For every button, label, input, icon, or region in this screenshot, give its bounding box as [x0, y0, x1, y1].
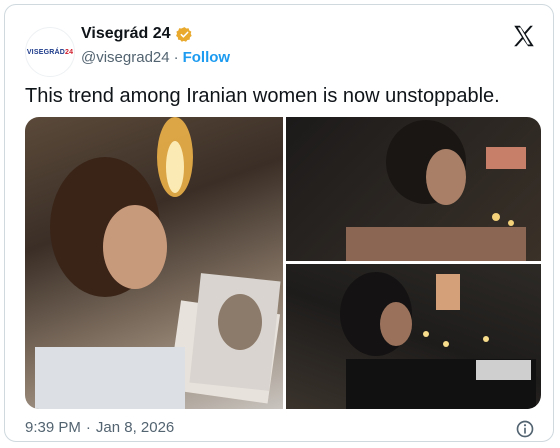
photo-2-illustration: [346, 120, 526, 261]
x-logo-icon[interactable]: [511, 23, 537, 49]
display-name[interactable]: Visegrád 24: [81, 25, 171, 43]
tweet-card: VISEGRÁD24 Visegrád 24 @visegrad24 · Fol…: [4, 4, 554, 442]
timestamp[interactable]: 9:39 PM · Jan 8, 2026: [25, 419, 174, 436]
verified-badge-icon: [175, 26, 192, 42]
photo-3-illustration: [340, 272, 536, 409]
photo-woman-burning-portrait[interactable]: [25, 117, 283, 409]
meta-separator: ·: [85, 419, 91, 436]
photo-1-illustration: [35, 117, 281, 409]
photo-woman-lighting-cigarette-2[interactable]: [286, 264, 541, 409]
avatar-logo: VISEGRÁD24: [27, 49, 73, 56]
tweet-text: This trend among Iranian women is now un…: [25, 85, 500, 107]
handle-row: @visegrad24 · Follow: [81, 49, 230, 66]
follow-button[interactable]: Follow: [183, 49, 231, 66]
media-grid: [25, 117, 541, 409]
avatar-logo-number: 24: [64, 48, 74, 56]
avatar-logo-text: VISEGRÁD: [26, 48, 65, 56]
info-icon[interactable]: [515, 419, 535, 439]
avatar[interactable]: VISEGRÁD24: [25, 27, 75, 77]
separator-dot: ·: [173, 49, 179, 66]
handle[interactable]: @visegrad24: [81, 49, 170, 66]
date: Jan 8, 2026: [95, 419, 175, 436]
name-row: Visegrád 24: [81, 25, 193, 43]
photo-woman-lighting-cigarette-1[interactable]: [286, 117, 541, 261]
time: 9:39 PM: [25, 419, 81, 436]
